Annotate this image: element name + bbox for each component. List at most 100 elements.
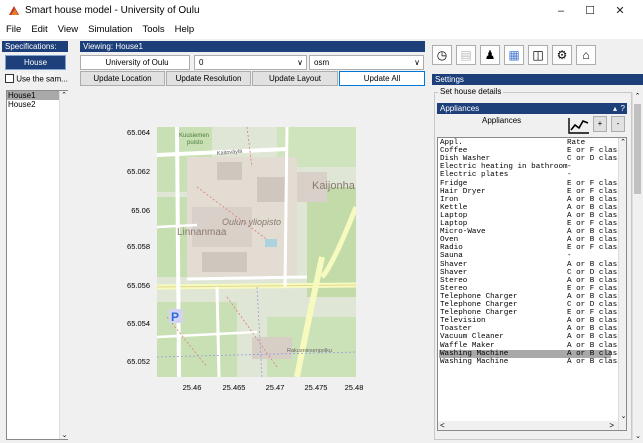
y-tick-label: 65.064	[127, 128, 150, 137]
table-row[interactable]: Telephone Charger C or D class	[439, 301, 622, 309]
use-same-checkbox[interactable]	[5, 74, 14, 84]
document-icon[interactable]: ▤	[456, 45, 476, 65]
house-list[interactable]: House1 House2 ⌃ ⌄	[6, 90, 68, 440]
scroll-down-icon[interactable]: ⌄	[633, 432, 643, 440]
appliance-name: Sauna	[440, 252, 463, 261]
house-list-item[interactable]: House2	[7, 100, 59, 109]
menu-file[interactable]: File	[0, 22, 25, 35]
table-row[interactable]: Laptop E or F class	[439, 220, 622, 228]
appliance-name: Waffle Maker	[440, 341, 495, 350]
house-icon[interactable]: ⌂	[576, 45, 596, 65]
table-row[interactable]: Telephone Charger A or B class	[439, 293, 622, 301]
film-icon[interactable]: ◫	[528, 45, 548, 65]
appliance-name: Dish Washer	[440, 155, 491, 164]
appliance-rate: -	[567, 252, 572, 261]
y-tick-label: 65.052	[127, 357, 150, 366]
layout-dropdown[interactable]: osm ∨	[309, 55, 424, 70]
osm-map[interactable]: P Kuusiemen puisto Kaitoväylä Kaijonha O…	[157, 127, 356, 377]
table-row[interactable]: Toaster A or B class	[439, 325, 622, 333]
scroll-right-icon[interactable]: >	[609, 421, 614, 430]
appliance-rate: -	[567, 171, 572, 180]
clock-icon[interactable]: ◷	[432, 45, 452, 65]
table-row[interactable]: Washing Machine A or B class	[439, 349, 622, 358]
table-row[interactable]: Kettle A or B class	[439, 204, 622, 212]
table-row[interactable]: Shaver A or B class	[439, 261, 622, 269]
x-tick-label: 25.48	[344, 383, 364, 392]
appliance-table-hscroll[interactable]: < >	[438, 421, 618, 430]
table-row[interactable]: Washing Machine A or B class	[439, 358, 622, 366]
scroll-left-icon[interactable]: <	[440, 421, 445, 430]
scroll-down-icon[interactable]: ⌄	[619, 412, 626, 420]
table-row[interactable]: Vacuum Cleaner A or B class	[439, 333, 622, 341]
collapse-icon[interactable]: ▴	[613, 103, 617, 114]
appliance-rate: A or B class	[567, 260, 622, 269]
table-row[interactable]: Fridge E or F class	[439, 180, 622, 188]
close-icon[interactable]: ✕	[606, 3, 634, 19]
house-selection-button[interactable]: House Selection?	[5, 55, 66, 80]
house-list-item[interactable]: House1	[7, 91, 59, 100]
plot-icon[interactable]	[568, 116, 590, 134]
menu-simulation[interactable]: Simulation	[82, 22, 136, 35]
table-row[interactable]: Television A or B class	[439, 317, 622, 325]
use-same-checkbox-row[interactable]: Use the sam...	[5, 74, 68, 87]
location-input[interactable]: University of Oulu	[80, 55, 190, 70]
table-row[interactable]: Laptop A or B class	[439, 212, 622, 220]
appliance-table[interactable]: Appl. Rate Coffee E or F class Dish Washer C …	[437, 137, 627, 431]
person-icon[interactable]: ♟	[480, 45, 500, 65]
table-row[interactable]: Oven A or B class	[439, 236, 622, 244]
appliance-name: Hair Dryer	[440, 187, 486, 196]
table-row[interactable]: Telephone Charger E or F class	[439, 309, 622, 317]
house-list-scrollbar[interactable]: ⌃ ⌄	[59, 91, 68, 439]
appliance-rate: A or B class	[567, 349, 622, 358]
resolution-dropdown[interactable]: 0 ∨	[194, 55, 307, 70]
maximize-icon[interactable]: ☐	[576, 3, 604, 19]
settings-header: Settings	[432, 74, 643, 85]
scroll-up-icon[interactable]: ⌃	[60, 91, 68, 99]
help-icon[interactable]: ?	[621, 103, 625, 114]
x-tick-label: 25.475	[304, 383, 328, 392]
table-row[interactable]: Waffle Maker A or B class	[439, 341, 622, 350]
update-layout-button[interactable]: Update Layout	[252, 71, 338, 86]
table-row[interactable]: Sauna -	[439, 252, 611, 260]
table-row[interactable]: Iron A or B class	[439, 195, 622, 204]
table-row[interactable]: Stereo E or F class	[439, 285, 622, 293]
table-row[interactable]: Dish Washer C or D class	[439, 155, 622, 164]
appliance-rate: A or B class	[567, 357, 622, 366]
calendar-icon[interactable]: ▦	[504, 45, 524, 65]
map-label-kaijonharju: Kaijonha	[312, 180, 356, 192]
table-row[interactable]: Electric heating in bathroom -	[439, 163, 611, 171]
table-row[interactable]: Radio E or F class	[439, 244, 622, 252]
table-row[interactable]: Electric plates -	[439, 171, 611, 179]
gear-icon[interactable]: ⚙	[552, 45, 572, 65]
scroll-up-icon[interactable]: ⌃	[619, 138, 626, 146]
update-location-button[interactable]: Update Location	[80, 71, 165, 86]
scroll-down-icon[interactable]: ⌄	[60, 431, 69, 439]
scroll-up-icon[interactable]: ⌃	[633, 92, 642, 100]
settings-scroll-thumb[interactable]	[634, 104, 641, 194]
matlab-app-icon	[9, 6, 19, 15]
appliance-rate: C or D class	[567, 268, 622, 277]
menu-help[interactable]: Help	[169, 22, 199, 35]
minimize-icon[interactable]: –	[547, 3, 575, 19]
table-row[interactable]: Hair Dryer E or F class	[439, 187, 622, 196]
menu-edit[interactable]: Edit	[25, 22, 51, 35]
appliance-rate: E or F class	[567, 284, 622, 293]
viewing-header: Viewing: House1	[80, 41, 425, 52]
update-resolution-button[interactable]: Update Resolution	[166, 71, 251, 86]
appliance-rate: A or B class	[567, 341, 622, 350]
add-appliance-button[interactable]: +	[593, 116, 607, 132]
appliance-table-vscroll[interactable]: ⌃ ⌄	[618, 138, 626, 430]
settings-scrollbar[interactable]: ⌃ ⌄	[632, 92, 642, 440]
update-all-button[interactable]: Update All	[339, 71, 425, 86]
menu-tools[interactable]: Tools	[136, 22, 168, 35]
appliance-rate: E or F class	[567, 147, 622, 156]
menu-view[interactable]: View	[52, 22, 82, 35]
table-row[interactable]: Coffee E or F class	[439, 147, 622, 155]
remove-appliance-button[interactable]: -	[611, 116, 625, 132]
table-row[interactable]: Micro-Wave A or B class	[439, 228, 622, 236]
appliance-rate: A or B class	[567, 195, 622, 204]
appliance-name: Iron	[440, 195, 459, 204]
table-row[interactable]: Shaver C or D class	[439, 269, 622, 277]
table-row[interactable]: Stereo A or B class	[439, 277, 622, 285]
header-appl: Appl.	[440, 139, 463, 147]
